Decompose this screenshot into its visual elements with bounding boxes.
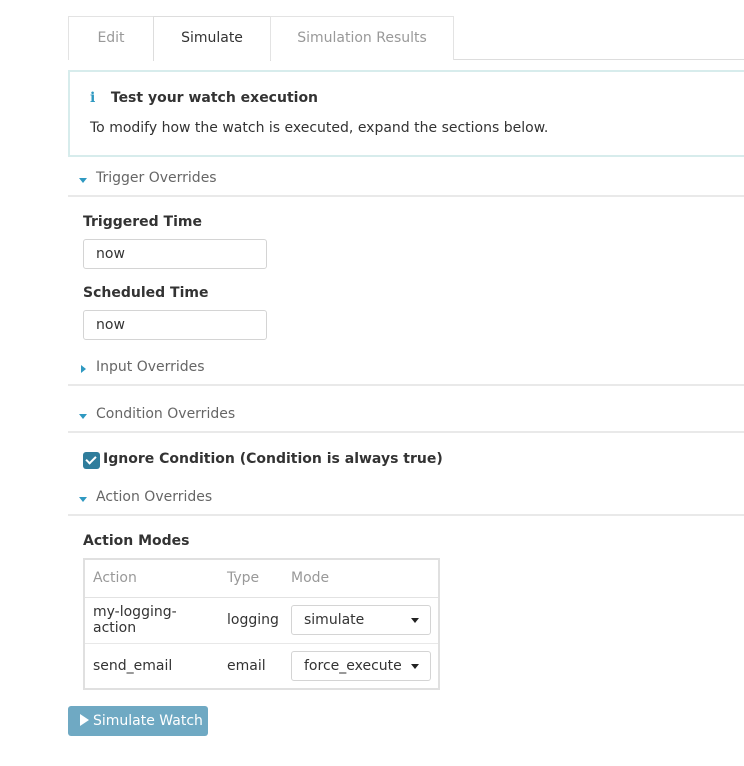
chevron-down-icon: [411, 664, 419, 670]
section-trigger-overrides[interactable]: Trigger Overrides: [68, 167, 744, 197]
section-label: Condition Overrides: [96, 406, 236, 422]
table-row: send_email email force_execute: [85, 643, 438, 689]
column-header-mode: Mode: [283, 560, 438, 598]
callout-body: To modify how the watch is executed, exp…: [90, 120, 549, 136]
action-modes-title: Action Modes: [83, 533, 190, 549]
table-header-row: Action Type Mode: [85, 560, 438, 598]
caret-down-icon: [79, 178, 87, 183]
scheduled-time-input[interactable]: now: [83, 310, 267, 340]
action-mode-cell: simulate: [283, 597, 438, 644]
mode-select-value: simulate: [304, 612, 365, 628]
chevron-down-icon: [411, 618, 419, 623]
triggered-time-input[interactable]: now: [83, 239, 267, 269]
action-type-cell: logging: [219, 597, 283, 644]
section-condition-overrides[interactable]: Condition Overrides: [68, 403, 744, 433]
caret-right-icon: [81, 365, 86, 373]
tab-bar: Edit Simulate Simulation Results: [68, 16, 744, 61]
table-row: my-logging-action logging simulate: [85, 597, 438, 644]
section-input-overrides[interactable]: Input Overrides: [68, 356, 744, 386]
simulate-watch-button[interactable]: Simulate Watch: [68, 706, 208, 736]
scheduled-time-label: Scheduled Time: [83, 285, 209, 301]
callout-title: i Test your watch execution: [90, 90, 318, 106]
section-label: Input Overrides: [96, 359, 205, 375]
tab-edit[interactable]: Edit: [68, 16, 154, 60]
simulate-watch-label: Simulate Watch: [93, 713, 203, 729]
info-icon: i: [90, 90, 96, 106]
section-label: Action Overrides: [96, 489, 213, 505]
check-icon: [85, 453, 97, 465]
triggered-time-label: Triggered Time: [83, 214, 202, 230]
ignore-condition-checkbox[interactable]: [83, 452, 100, 469]
tab-simulate[interactable]: Simulate: [153, 16, 271, 61]
mode-select[interactable]: simulate: [291, 605, 431, 635]
caret-down-icon: [79, 414, 87, 419]
section-label: Trigger Overrides: [96, 170, 217, 186]
action-type-cell: email: [227, 658, 266, 675]
play-icon: [80, 714, 89, 726]
action-mode-cell: force_execute: [283, 643, 438, 689]
caret-down-icon: [79, 497, 87, 502]
column-header-action: Action: [85, 560, 219, 598]
ignore-condition-label: Ignore Condition (Condition is always tr…: [103, 451, 443, 467]
column-header-type: Type: [219, 560, 283, 598]
tab-simulation-results[interactable]: Simulation Results: [270, 16, 454, 60]
mode-select[interactable]: force_execute: [291, 651, 431, 682]
action-modes-table: Action Type Mode my-logging-action loggi…: [83, 558, 440, 690]
action-name-cell: send_email: [93, 658, 173, 675]
action-name-cell: my-logging-action: [85, 597, 219, 644]
info-callout: i Test your watch execution To modify ho…: [68, 70, 744, 157]
mode-select-value: force_execute: [304, 658, 402, 675]
callout-title-text: Test your watch execution: [110, 90, 319, 106]
section-action-overrides[interactable]: Action Overrides: [68, 486, 744, 516]
